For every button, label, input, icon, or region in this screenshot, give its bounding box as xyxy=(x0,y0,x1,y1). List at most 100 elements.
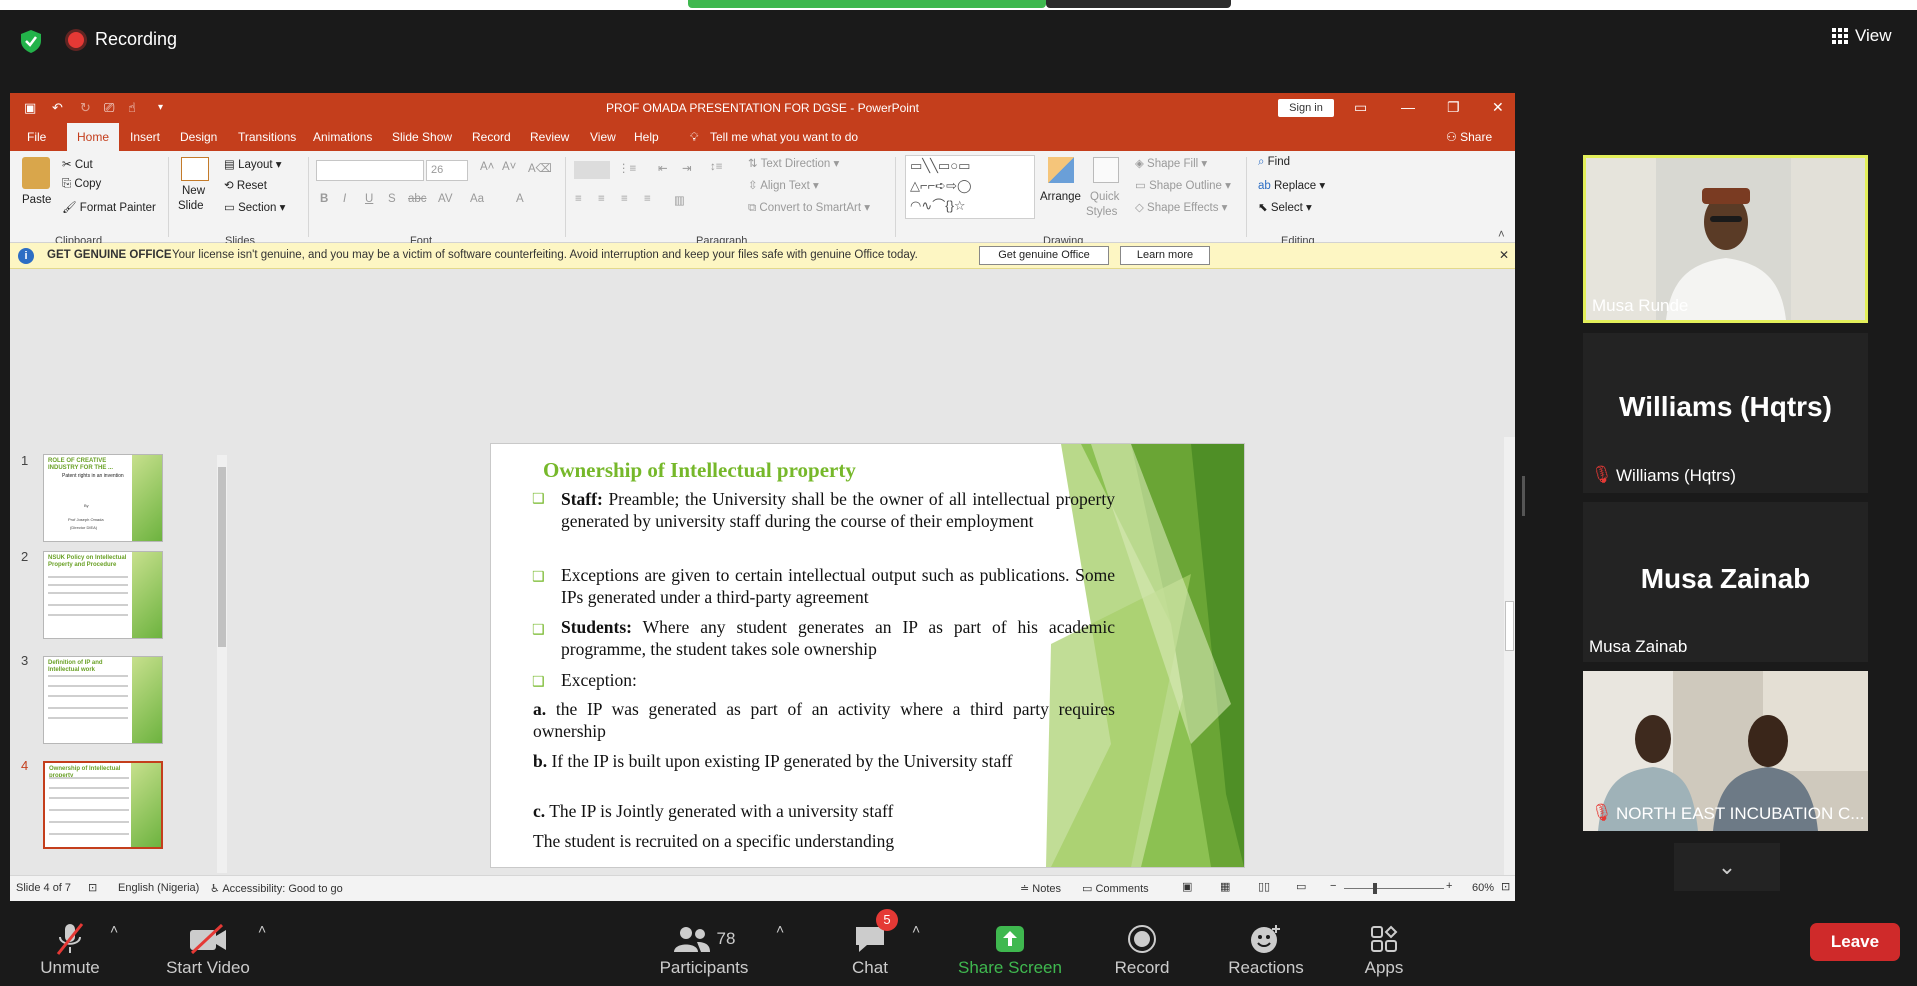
italic-icon[interactable]: I xyxy=(343,193,346,205)
fit-slide-icon[interactable]: ⊡ xyxy=(1501,880,1510,893)
slide-para-exceptions[interactable]: Exceptions are given to certain intellec… xyxy=(561,564,1115,608)
recording-label[interactable]: Recording xyxy=(95,29,177,50)
shape-fill-button[interactable]: ◈ Shape Fill ▾ xyxy=(1135,156,1207,170)
normal-view-icon[interactable]: ▣ xyxy=(1182,880,1192,893)
paste-icon[interactable] xyxy=(22,157,50,189)
audio-options-chevron-icon[interactable]: ˄ xyxy=(110,921,118,937)
increase-indent-icon[interactable]: ⇥ xyxy=(682,161,692,175)
paste-button[interactable]: Paste xyxy=(22,194,51,206)
tab-insert[interactable]: Insert xyxy=(130,123,160,151)
shape-outline-button[interactable]: ▭ Shape Outline ▾ xyxy=(1135,178,1231,192)
video-tile[interactable]: Musa Zainab Musa Zainab xyxy=(1583,502,1868,662)
record-button[interactable]: Record xyxy=(1102,909,1182,986)
share-screen-button[interactable]: Share Screen xyxy=(950,909,1070,986)
reset-button[interactable]: ⟲ Reset xyxy=(224,178,267,192)
share-banner-green[interactable] xyxy=(688,0,1046,8)
convert-smartart-button[interactable]: ⧉ Convert to SmartArt ▾ xyxy=(748,200,870,215)
get-genuine-office-button[interactable]: Get genuine Office xyxy=(979,246,1109,265)
shapes-gallery[interactable]: ▭╲╲▭○▭ △⌐⌐➪⇨◯ ◠∿⌒{}☆ xyxy=(905,155,1035,219)
ribbon-display-icon[interactable]: ▭ xyxy=(1354,99,1367,116)
font-color-icon[interactable]: A xyxy=(516,193,524,205)
encryption-shield-icon[interactable] xyxy=(18,28,44,54)
columns-icon[interactable]: ▥ xyxy=(674,193,685,207)
comments-button[interactable]: ▭ Comments xyxy=(1082,882,1149,895)
tab-review[interactable]: Review xyxy=(530,123,569,151)
align-left-icon[interactable]: ≡ xyxy=(575,193,582,205)
section-button[interactable]: ▭ Section ▾ xyxy=(224,200,285,214)
slide-para-students[interactable]: Students: Where any student generates an… xyxy=(561,616,1115,660)
bold-icon[interactable]: B xyxy=(320,193,328,205)
tell-me-search[interactable]: Tell me what you want to do xyxy=(710,123,858,151)
start-video-button[interactable]: Start Video xyxy=(158,909,258,986)
format-painter-button[interactable]: 🖌︎ Format Painter xyxy=(62,200,156,214)
slideshow-view-icon[interactable]: ▭ xyxy=(1296,880,1306,893)
reading-view-icon[interactable]: ▯▯ xyxy=(1258,880,1270,893)
cut-button[interactable]: ✂ Cut xyxy=(62,157,93,171)
slide-thumbnail-3[interactable]: Definition of IP and Intellectual work xyxy=(43,656,163,744)
minimize-icon[interactable]: — xyxy=(1401,99,1415,115)
close-icon[interactable]: ✕ xyxy=(1492,99,1504,116)
align-right-icon[interactable]: ≡ xyxy=(621,193,628,205)
tab-record[interactable]: Record xyxy=(472,123,511,151)
tab-transitions[interactable]: Transitions xyxy=(238,123,296,151)
tab-home[interactable]: Home xyxy=(67,123,120,151)
video-tile[interactable]: Williams (Hqtrs) 🎙︎ Williams (Hqtrs) xyxy=(1583,333,1868,493)
undo-icon[interactable]: ↶ xyxy=(52,100,63,116)
panel-resize-handle[interactable] xyxy=(1522,476,1525,516)
grow-font-icon[interactable]: A˄ xyxy=(480,161,494,173)
slide-sorter-icon[interactable]: ▦ xyxy=(1220,880,1230,893)
shape-effects-button[interactable]: ◇ Shape Effects ▾ xyxy=(1135,200,1227,214)
accessibility-status[interactable]: ♿︎ Accessibility: Good to go xyxy=(210,882,343,895)
thumbnail-scrollbar[interactable] xyxy=(217,455,227,873)
zoom-in-icon[interactable]: + xyxy=(1446,880,1452,892)
tab-design[interactable]: Design xyxy=(180,123,217,151)
strikethrough-icon[interactable]: abc xyxy=(408,193,427,205)
clear-format-icon[interactable]: A⌫ xyxy=(528,161,552,175)
char-spacing-icon[interactable]: AV xyxy=(438,193,453,205)
slide-thumbnail-2[interactable]: NSUK Policy on Intellectual Property and… xyxy=(43,551,163,639)
slide-item-b[interactable]: b. If the IP is built upon existing IP g… xyxy=(533,750,1115,772)
redo-icon[interactable]: ↻ xyxy=(80,100,91,116)
slide-para-staff[interactable]: Staff: Preamble; the University shall be… xyxy=(561,488,1115,532)
new-slide-icon[interactable] xyxy=(181,157,209,181)
customize-qat-icon[interactable]: ▾ xyxy=(158,102,163,113)
zoom-slider[interactable] xyxy=(1344,888,1444,889)
font-size-box[interactable]: 26 xyxy=(426,160,468,181)
unmute-button[interactable]: Unmute xyxy=(30,909,110,986)
chevron-down-icon[interactable]: ⌄ xyxy=(1674,843,1780,891)
slide-thumbnail-1[interactable]: ROLE OF CREATIVE INDUSTRY FOR THE ... Pa… xyxy=(43,454,163,542)
align-text-button[interactable]: ⇳ Align Text ▾ xyxy=(748,178,819,192)
quick-styles-button[interactable]: Quick xyxy=(1090,191,1119,203)
tab-help[interactable]: Help xyxy=(634,123,659,151)
video-tile-active-speaker[interactable]: Musa Runde xyxy=(1583,155,1868,323)
save-icon[interactable]: ▣ xyxy=(24,100,36,116)
apps-button[interactable]: Apps xyxy=(1344,909,1424,986)
tab-slide-show[interactable]: Slide Show xyxy=(392,123,452,151)
start-slideshow-icon[interactable]: ⎚ xyxy=(104,100,114,116)
shrink-font-icon[interactable]: A˅ xyxy=(502,161,516,173)
tab-view[interactable]: View xyxy=(590,123,616,151)
reactions-button[interactable]: Reactions xyxy=(1218,909,1314,986)
layout-button[interactable]: ▤ Layout ▾ xyxy=(224,157,282,171)
share-banner-dark[interactable] xyxy=(1046,0,1231,8)
view-button[interactable]: View xyxy=(1832,26,1892,46)
restore-icon[interactable]: ❐ xyxy=(1447,99,1460,116)
share-button[interactable]: ⚇ Share xyxy=(1446,123,1492,151)
sign-in-button[interactable]: Sign in xyxy=(1278,99,1334,117)
new-slide-button-line2[interactable]: Slide xyxy=(178,200,204,212)
slide-title[interactable]: Ownership of Intellectual property xyxy=(543,458,856,483)
zoom-level[interactable]: 60% xyxy=(1472,882,1494,894)
slide-item-a[interactable]: a. the IP was generated as part of an ac… xyxy=(533,698,1115,742)
zoom-out-icon[interactable]: − xyxy=(1330,880,1336,892)
slide-last-line[interactable]: The student is recruited on a specific u… xyxy=(533,830,1115,852)
line-spacing-icon[interactable]: ↕≡ xyxy=(710,161,722,173)
copy-button[interactable]: ⎘ Copy xyxy=(62,178,101,191)
underline-icon[interactable]: U xyxy=(365,193,373,205)
chat-button[interactable]: Chat xyxy=(830,909,910,986)
video-tile[interactable]: 🎙︎ NORTH EAST INCUBATION C... xyxy=(1583,671,1868,831)
quick-styles-icon[interactable] xyxy=(1093,157,1119,183)
decrease-indent-icon[interactable]: ⇤ xyxy=(658,161,668,175)
select-button[interactable]: ⬉ Select ▾ xyxy=(1258,200,1312,214)
language-status[interactable]: English (Nigeria) xyxy=(118,882,199,894)
new-slide-button[interactable]: New xyxy=(182,185,205,197)
